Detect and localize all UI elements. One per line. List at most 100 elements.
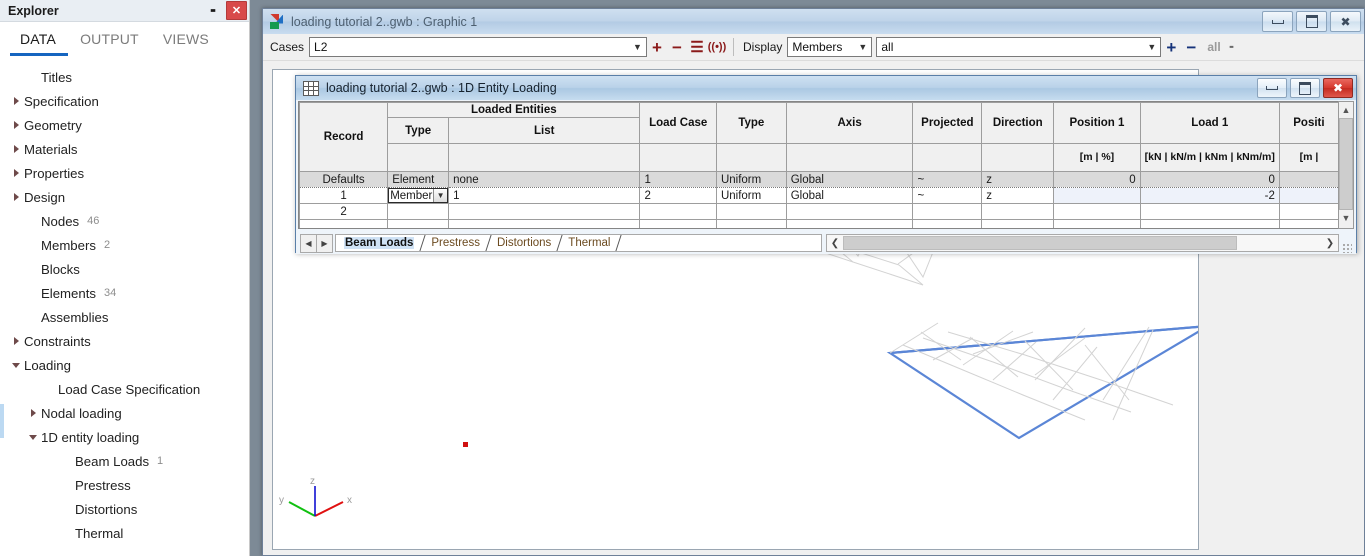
tree-item-geometry[interactable]: Geometry — [0, 113, 249, 137]
chevron-right-icon[interactable] — [25, 409, 41, 417]
tree-item-materials[interactable]: Materials — [0, 137, 249, 161]
cell-projected[interactable] — [912, 203, 983, 220]
cell-load_case[interactable] — [639, 203, 717, 220]
table-row[interactable]: 1 Member ▼ 1 2 Uniform Global ~ z -2 — [299, 187, 1339, 204]
cell-ent_type[interactable] — [387, 203, 450, 220]
dialog-titlebar[interactable]: loading tutorial 2..gwb : 1D Entity Load… — [296, 76, 1356, 100]
horizontal-scroll-thumb[interactable] — [843, 236, 1237, 250]
tree-item-prestress[interactable]: Prestress — [0, 473, 249, 497]
cell-axis[interactable]: Global — [785, 187, 914, 204]
cell-load_case[interactable]: 2 — [639, 187, 717, 204]
tree-item-members[interactable]: Members 2 — [0, 233, 249, 257]
cell-load1[interactable]: -2 — [1139, 187, 1280, 204]
cell-list[interactable] — [448, 203, 641, 220]
th-load1[interactable]: Load 1 — [1139, 102, 1280, 144]
th-load-case[interactable]: Load Case — [639, 102, 717, 144]
chevron-right-icon[interactable] — [8, 121, 24, 129]
cell-empty[interactable] — [299, 219, 389, 228]
maximize-button[interactable] — [1290, 78, 1320, 98]
cell-record[interactable]: 2 — [299, 203, 389, 220]
chevron-down-icon[interactable]: ▼ — [433, 189, 448, 202]
close-button[interactable]: ✖ — [1330, 11, 1361, 32]
cell-position2[interactable] — [1278, 187, 1339, 204]
cell-position1[interactable] — [1053, 187, 1141, 204]
maximize-button[interactable] — [1296, 11, 1327, 32]
envelope-icon[interactable]: ☰ — [687, 37, 707, 57]
tab-output[interactable]: OUTPUT — [68, 31, 151, 53]
display-combobox[interactable]: Members ▼ — [787, 37, 873, 57]
cell-position1[interactable] — [1053, 203, 1141, 220]
cell-position1[interactable]: 0 — [1053, 171, 1141, 188]
scroll-up-icon[interactable]: ▲ — [1339, 102, 1353, 118]
cases-combobox[interactable]: L2 ▼ — [309, 37, 648, 57]
cell-empty[interactable] — [448, 219, 641, 228]
tab-data[interactable]: DATA — [8, 31, 68, 53]
cell-empty[interactable] — [639, 219, 717, 228]
graphic-window-titlebar[interactable]: loading tutorial 2..gwb : Graphic 1 ✖ — [263, 9, 1364, 34]
tree-item-blocks[interactable]: Blocks — [0, 257, 249, 281]
cell-load1[interactable] — [1139, 203, 1280, 220]
prev-icon[interactable]: ◀ — [300, 233, 317, 253]
table-row[interactable] — [299, 219, 1339, 228]
chevron-down-icon[interactable] — [25, 434, 41, 440]
next-icon[interactable]: ▶ — [317, 233, 333, 253]
tree-item-nodes[interactable]: Nodes 46 — [0, 209, 249, 233]
pin-icon[interactable]: ╸ — [1230, 40, 1237, 54]
cell-empty[interactable] — [981, 219, 1055, 228]
entity-filter-combobox[interactable]: all ▼ — [876, 37, 1162, 57]
explorer-scroll-indicator[interactable] — [0, 404, 4, 438]
grid-vertical-scrollbar[interactable]: ▲ ▼ — [1338, 101, 1354, 229]
scroll-left-icon[interactable]: ❮ — [827, 238, 843, 249]
grid-horizontal-scrollbar[interactable]: ❮ ❯ — [826, 234, 1339, 252]
tree-item-elements[interactable]: Elements 34 — [0, 281, 249, 305]
data-grid-viewport[interactable]: Record Loaded Entities Load Case Type Ax… — [298, 101, 1340, 229]
cell-axis[interactable]: Global — [785, 171, 914, 188]
cell-empty[interactable] — [715, 219, 787, 228]
cell-load_case[interactable]: 1 — [639, 171, 717, 188]
chevron-right-icon[interactable] — [8, 193, 24, 201]
table-row[interactable]: Defaults Element none 1 Uniform Global ~ z 0 0 — [299, 171, 1339, 188]
tree-item-specification[interactable]: Specification — [0, 89, 249, 113]
sheet-tab-beam-loads[interactable]: Beam Loads — [336, 235, 422, 251]
broadcast-icon[interactable]: ((•)) — [707, 37, 727, 57]
cell-ent_type[interactable]: Element — [387, 171, 450, 188]
chevron-down-icon[interactable]: ▼ — [1143, 42, 1160, 52]
minus-icon[interactable]: − — [667, 37, 687, 57]
cell-empty[interactable] — [387, 219, 450, 228]
scroll-down-icon[interactable]: ▼ — [1339, 210, 1353, 226]
tree-item-design[interactable]: Design — [0, 185, 249, 209]
cell-list[interactable]: none — [448, 171, 641, 188]
tree-item-load-case-specification[interactable]: Load Case Specification — [0, 377, 249, 401]
tree-item-titles[interactable]: Titles — [0, 65, 249, 89]
tree-item-1d-entity-loading[interactable]: 1D entity loading — [0, 425, 249, 449]
th-entity-type[interactable]: Type — [387, 117, 450, 144]
chevron-down-icon[interactable]: ▼ — [854, 42, 871, 52]
chevron-right-icon[interactable] — [8, 337, 24, 345]
chevron-down-icon[interactable] — [8, 362, 24, 368]
cell-direction[interactable]: z — [981, 171, 1055, 188]
table-row[interactable]: 2 — [299, 203, 1339, 220]
cell-record[interactable]: Defaults — [299, 171, 389, 188]
cell-direction[interactable]: z — [981, 187, 1055, 204]
th-entity-list[interactable]: List — [448, 117, 641, 144]
sheet-tab-prestress[interactable]: Prestress — [423, 235, 488, 251]
chevron-right-icon[interactable] — [8, 97, 24, 105]
cell-empty[interactable] — [1053, 219, 1141, 228]
cell-type[interactable] — [715, 203, 787, 220]
cell-projected[interactable]: ~ — [912, 171, 983, 188]
chevron-down-icon[interactable]: ▼ — [629, 42, 646, 52]
sheet-tab-thermal[interactable]: Thermal — [560, 235, 618, 251]
vertical-scroll-thumb[interactable] — [1339, 118, 1353, 210]
cell-type[interactable]: Uniform — [715, 187, 787, 204]
cell-ent_type[interactable]: Member ▼ — [387, 187, 450, 204]
th-position1[interactable]: Position 1 — [1053, 102, 1141, 144]
cell-position2[interactable] — [1278, 203, 1339, 220]
close-button[interactable]: ✖ — [1323, 78, 1353, 98]
th-direction[interactable]: Direction — [981, 102, 1055, 144]
tree-item-constraints[interactable]: Constraints — [0, 329, 249, 353]
plus-icon[interactable]: + — [1161, 37, 1181, 57]
tab-views[interactable]: VIEWS — [151, 31, 221, 53]
minimize-button[interactable] — [1262, 11, 1293, 32]
chevron-right-icon[interactable] — [8, 145, 24, 153]
th-record[interactable]: Record — [299, 102, 389, 172]
